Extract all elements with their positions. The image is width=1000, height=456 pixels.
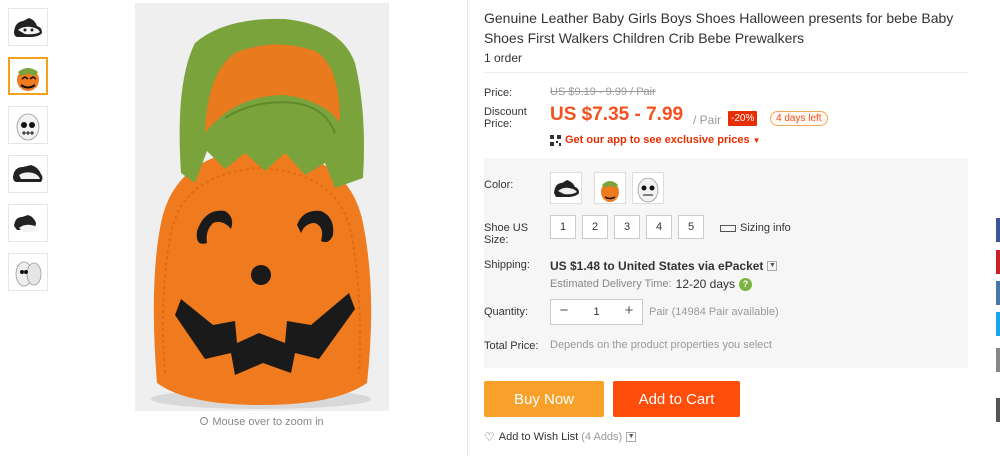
thumbnail-skull-shoe-pair[interactable] bbox=[8, 253, 48, 291]
price-label: Price: bbox=[484, 87, 513, 99]
thumbnail-pumpkin-shoe[interactable] bbox=[8, 57, 48, 95]
size-option[interactable]: 2 bbox=[582, 215, 608, 239]
zoom-hint: Mouse over to zoom in bbox=[135, 416, 389, 428]
size-label-line2: Size: bbox=[484, 234, 509, 246]
size-option[interactable]: 5 bbox=[678, 215, 704, 239]
thumbnail-black-white-shoe-pair[interactable] bbox=[8, 204, 48, 242]
add-to-cart-button[interactable]: Add to Cart bbox=[613, 381, 740, 417]
help-icon[interactable]: ? bbox=[739, 277, 753, 291]
color-swatch-skull[interactable] bbox=[632, 172, 664, 204]
more-share-tab[interactable] bbox=[996, 348, 1000, 372]
facebook-share-tab[interactable] bbox=[996, 218, 1000, 242]
delivery-estimate: Estimated Delivery Time: 12-20 days ? bbox=[550, 277, 753, 291]
delivery-days: 12-20 days bbox=[675, 277, 736, 291]
buy-now-button[interactable]: Buy Now bbox=[484, 381, 604, 417]
thumbnail-list bbox=[8, 8, 48, 302]
color-swatch-black-white[interactable] bbox=[550, 172, 582, 204]
wishlist-count: (4 Adds) bbox=[581, 431, 623, 443]
quantity-stepper: − + bbox=[550, 299, 643, 325]
divider bbox=[467, 0, 468, 456]
product-title: Genuine Leather Baby Girls Boys Shoes Ha… bbox=[484, 10, 954, 46]
discount-label-line1: Discount bbox=[484, 106, 527, 118]
total-price-hint: Depends on the product properties you se… bbox=[550, 339, 772, 351]
size-option[interactable]: 3 bbox=[614, 215, 640, 239]
chevron-down-icon[interactable]: ▼ bbox=[626, 432, 637, 442]
chevron-down-icon: ▼ bbox=[752, 135, 761, 145]
discount-label-line2: Price: bbox=[484, 118, 513, 130]
color-swatch-pumpkin[interactable] bbox=[594, 172, 626, 204]
stock-available: Pair (14984 Pair available) bbox=[649, 306, 779, 318]
product-main-image[interactable] bbox=[135, 3, 389, 411]
add-to-wishlist-link[interactable]: ♡ Add to Wish List (4 Adds) ▼ bbox=[484, 430, 637, 444]
quantity-input[interactable] bbox=[577, 300, 616, 324]
price-unit: / Pair bbox=[693, 113, 722, 127]
size-option[interactable]: 1 bbox=[550, 215, 576, 239]
discount-price: US $7.35 - 7.99 bbox=[550, 104, 684, 125]
qr-code-icon bbox=[550, 134, 561, 146]
chevron-down-icon[interactable]: ▼ bbox=[767, 261, 778, 271]
twitter-share-tab[interactable] bbox=[996, 312, 1000, 336]
heart-plus-icon: ♡ bbox=[484, 430, 495, 444]
original-price: US $9.19 - 9.99 / Pair bbox=[550, 86, 656, 98]
divider bbox=[484, 72, 968, 73]
thumbnail-black-white-shoe-side[interactable] bbox=[8, 155, 48, 193]
days-left-badge: 4 days left bbox=[770, 111, 828, 126]
color-label: Color: bbox=[484, 179, 514, 191]
quantity-plus-button[interactable]: + bbox=[616, 300, 642, 324]
thumbnail-black-white-shoe[interactable] bbox=[8, 8, 48, 46]
order-count: 1 order bbox=[484, 51, 523, 65]
size-option[interactable]: 4 bbox=[646, 215, 672, 239]
vk-share-tab[interactable] bbox=[996, 281, 1000, 305]
shipping-label: Shipping: bbox=[484, 259, 530, 271]
thumbnail-skull-shoe[interactable] bbox=[8, 106, 48, 144]
quantity-minus-button[interactable]: − bbox=[551, 300, 577, 324]
size-label-line1: Shoe US bbox=[484, 222, 529, 234]
quantity-label: Quantity: bbox=[484, 306, 529, 318]
shipping-value[interactable]: US $1.48 to United States via ePacket ▼ bbox=[550, 259, 778, 273]
app-promo-text: Get our app to see exclusive prices bbox=[565, 134, 750, 146]
discount-badge: -20% bbox=[728, 111, 758, 126]
share-tab[interactable] bbox=[996, 398, 1000, 422]
pinterest-share-tab[interactable] bbox=[996, 250, 1000, 274]
sizing-info-link[interactable]: Sizing info bbox=[720, 222, 791, 234]
total-price-label: Total Price: bbox=[484, 340, 539, 352]
ruler-icon bbox=[720, 224, 736, 232]
magnifier-icon bbox=[200, 417, 209, 425]
app-promo-link[interactable]: Get our app to see exclusive prices ▼ bbox=[550, 134, 761, 146]
